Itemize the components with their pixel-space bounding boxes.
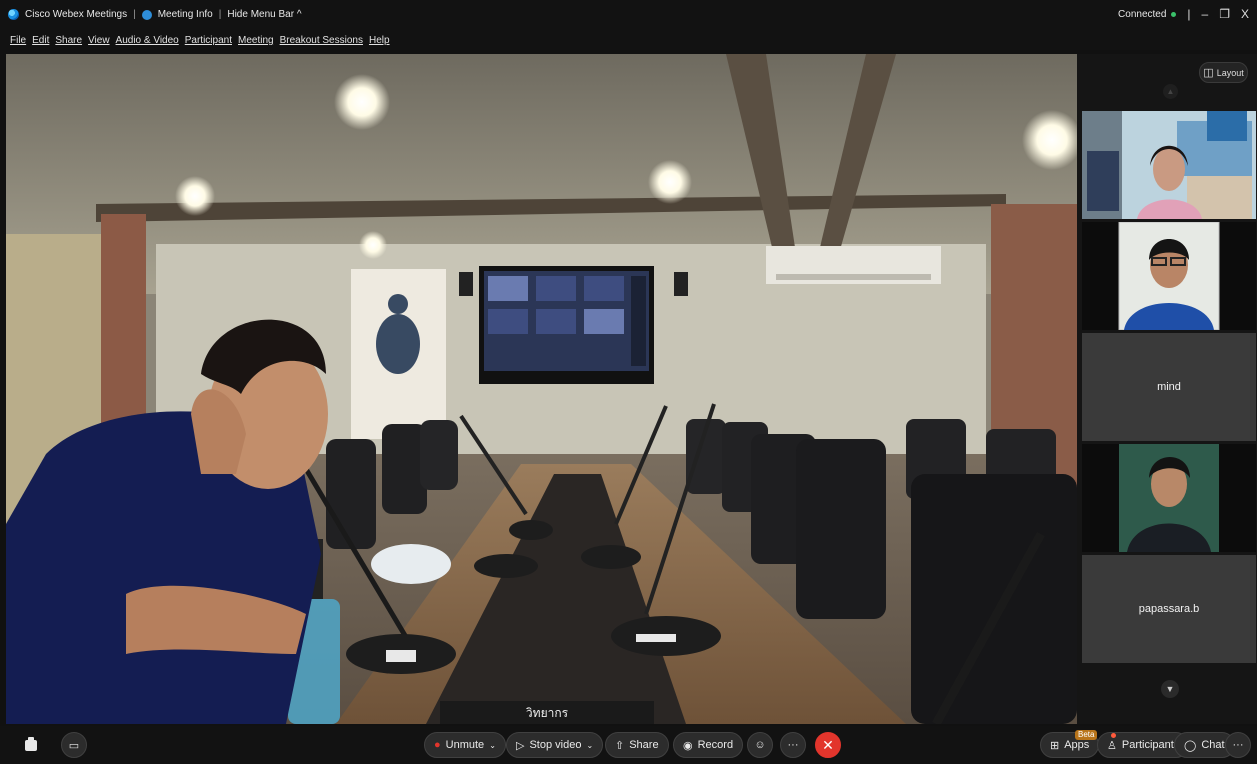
notes-button[interactable]	[16, 732, 46, 758]
notification-dot	[1111, 733, 1116, 738]
stop-video-button[interactable]: ▷ Stop video ⌄	[506, 732, 604, 758]
share-icon: ⇧	[615, 739, 625, 752]
app-title: Cisco Webex Meetings	[25, 9, 128, 20]
notes-icon	[25, 737, 37, 751]
reactions-button[interactable]: ☺	[747, 732, 773, 758]
title-bar: Cisco Webex Meetings | Meeting Info | Hi…	[0, 0, 1257, 32]
share-button[interactable]: ⇧ Share	[605, 732, 669, 758]
menu-bar: File Edit Share View Audio & Video Parti…	[0, 32, 1257, 50]
participant-tile-4[interactable]	[1082, 444, 1256, 552]
participant-tile-2[interactable]	[1082, 222, 1256, 330]
webex-logo-icon	[8, 9, 19, 20]
layout-label: Layout	[1216, 67, 1244, 78]
record-icon: ◉	[683, 739, 693, 752]
apps-grid-icon: ⊞	[1050, 739, 1060, 752]
participant-name: papassara.b	[1138, 603, 1200, 615]
participant-panel: ◫ Layout ▲ mind papassara.b ▼	[1077, 54, 1257, 724]
menu-file[interactable]: File	[10, 35, 26, 46]
end-meeting-button[interactable]: ✕	[815, 732, 841, 758]
more-panels-button[interactable]: ···	[1225, 732, 1251, 758]
camera-icon: ▷	[516, 739, 525, 752]
menu-meeting[interactable]: Meeting	[238, 35, 274, 46]
connection-status: Connected	[1118, 8, 1167, 20]
menu-help[interactable]: Help	[369, 35, 390, 46]
unmute-button[interactable]: ● Unmute ⌄	[424, 732, 506, 758]
apps-label: Apps	[1064, 739, 1090, 751]
chat-label: Chat	[1201, 739, 1225, 751]
more-options-button[interactable]: ···	[780, 732, 806, 758]
menu-share[interactable]: Share	[55, 35, 82, 46]
more-icon: ···	[787, 739, 799, 751]
record-button[interactable]: ◉ Record	[673, 732, 744, 758]
participants-label: Participants	[1121, 739, 1180, 751]
smiley-icon: ☺	[754, 739, 766, 751]
participant-tile-3[interactable]: mind	[1082, 333, 1256, 441]
chevron-up-icon: ▲	[1166, 87, 1175, 96]
share-label: Share	[629, 739, 659, 751]
connected-dot-icon	[1171, 11, 1177, 17]
scroll-down-button[interactable]: ▼	[1161, 680, 1179, 698]
menu-audio-video[interactable]: Audio & Video	[116, 35, 179, 46]
person-icon: ♙	[1107, 739, 1117, 752]
participant-video-woman	[1082, 111, 1256, 219]
minimize-button[interactable]: –	[1202, 8, 1209, 20]
close-icon: ✕	[822, 736, 834, 753]
meeting-stage: วิทยากร ◫ Layout ▲ mind papassara.b ▼	[0, 50, 1257, 726]
chevron-down-icon[interactable]: ⌄	[586, 741, 593, 750]
participant-tile-5[interactable]: papassara.b	[1082, 555, 1256, 663]
record-label: Record	[697, 739, 734, 751]
scroll-up-button[interactable]: ▲	[1163, 84, 1178, 99]
unmute-label: Unmute	[445, 739, 485, 751]
menu-participant[interactable]: Participant	[185, 35, 232, 46]
restore-button[interactable]: ❐	[1219, 8, 1230, 20]
participant-video-man-blue-shirt	[1082, 222, 1256, 330]
chat-bubble-icon: ◯	[1184, 739, 1197, 752]
active-speaker-label: วิทยากร	[440, 701, 654, 724]
more-icon: ···	[1232, 739, 1244, 751]
close-button[interactable]: X	[1241, 8, 1249, 20]
captions-icon: ▭	[68, 739, 80, 752]
conference-room-video-frame	[6, 54, 1077, 724]
participant-tile-1[interactable]	[1082, 111, 1256, 219]
chevron-down-icon[interactable]: ⌄	[489, 741, 496, 750]
menu-view[interactable]: View	[88, 35, 110, 46]
layout-button[interactable]: ◫ Layout	[1199, 62, 1248, 83]
meeting-info-link[interactable]: Meeting Info	[158, 9, 213, 20]
stop-video-label: Stop video	[529, 739, 582, 751]
menu-breakout-sessions[interactable]: Breakout Sessions	[280, 35, 363, 46]
meeting-info-icon[interactable]	[141, 9, 152, 20]
beta-badge: Beta	[1075, 730, 1098, 740]
main-video[interactable]: วิทยากร	[6, 54, 1077, 724]
hide-menu-bar-link[interactable]: Hide Menu Bar ^	[227, 9, 301, 20]
meeting-controls: ▭ ● Unmute ⌄ ▷ Stop video ⌄ ⇧ Share ◉ Re…	[0, 726, 1257, 764]
menu-edit[interactable]: Edit	[32, 35, 49, 46]
participant-video-man-dark-shirt	[1082, 444, 1256, 552]
participant-name: mind	[1157, 381, 1181, 393]
chevron-down-icon: ▼	[1165, 684, 1175, 694]
muted-mic-icon: ●	[434, 739, 441, 751]
layout-icon: ◫	[1203, 67, 1214, 79]
captions-button[interactable]: ▭	[61, 732, 87, 758]
